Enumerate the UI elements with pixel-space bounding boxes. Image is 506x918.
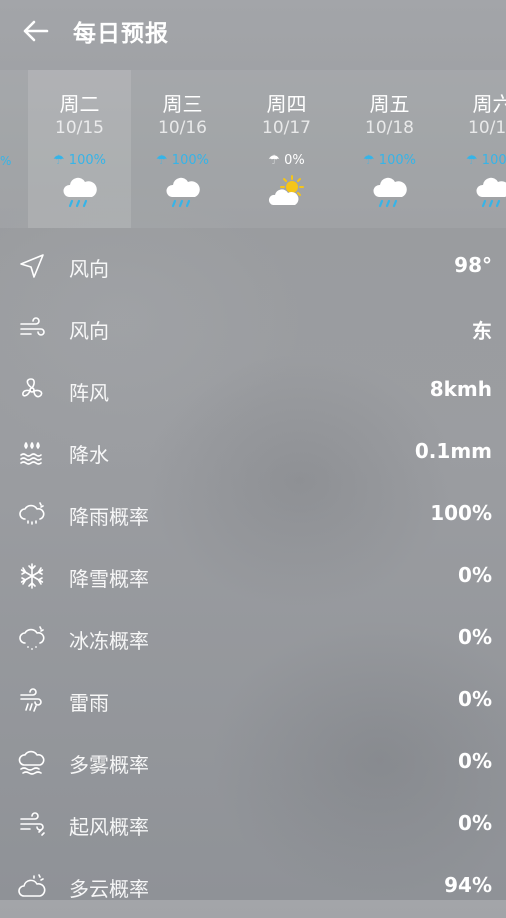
detail-label: 降雪概率 (69, 567, 149, 591)
daily-forecast-strip[interactable]: % 周二 10/15 ☂ 100% 周三 10/16 ☂ 100% 周四 10/17 ☂ 0% 周… (0, 70, 506, 228)
gust-icon (18, 376, 46, 404)
detail-label: 雷雨 (69, 691, 109, 715)
page-title: 每日预报 (73, 21, 169, 47)
day-precip-chance: ☂ 100% (441, 153, 506, 168)
day-precip-chance: ☂ 100% (338, 153, 441, 168)
detail-label: 起风概率 (69, 815, 149, 839)
thunderstorm-icon (18, 686, 46, 714)
app-header: 每日预报 (0, 0, 506, 64)
cloudy-icon (18, 872, 46, 900)
day-weekday: 周六 (472, 92, 506, 116)
day-column[interactable]: 周二 10/15 ☂ 100% (28, 70, 131, 228)
detail-label: 阵风 (69, 381, 109, 405)
umbrella-icon: ☂ (156, 153, 168, 168)
day-column[interactable]: 周六10/19 ☂ 100% (441, 70, 506, 228)
water-waves-icon (18, 438, 46, 466)
day-date: 10/16 (158, 118, 207, 138)
detail-row: 风向 98° (0, 236, 506, 298)
detail-row: 起风概率 0% (0, 794, 506, 856)
partly-sunny-icon (268, 173, 306, 211)
detail-row: 风向 东 (0, 298, 506, 360)
day-weekday: 周三 (162, 92, 203, 116)
detail-row: 降雨概率 100% (0, 484, 506, 546)
detail-row: 阵风 8kmh (0, 360, 506, 422)
day-precip-chance: ☂ 100% (28, 153, 131, 168)
day-precip-chance: ☂ 0% (235, 153, 338, 168)
detail-list: 风向 98° 风向东阵风 8kmh 降水 0.1mm 降雨概率 100% 降雪概率 0% 冰冻概率 0… (0, 236, 506, 918)
day-precip-value: 100% (481, 153, 506, 168)
detail-value: 0% (458, 563, 492, 587)
detail-value: 0.1mm (414, 439, 492, 463)
rain-chance-icon (18, 500, 46, 528)
detail-value: 8kmh (429, 377, 492, 401)
day-weekday: 周五 (369, 92, 410, 116)
day-weekday: 周二 (59, 92, 100, 116)
detail-value: 0% (458, 687, 492, 711)
day-date: 10/19 (468, 118, 506, 138)
detail-row: 雷雨 0% (0, 670, 506, 732)
detail-value: 东 (472, 319, 492, 343)
windy-icon (18, 810, 46, 838)
day-date: 10/18 (365, 118, 414, 138)
detail-label: 降雨概率 (69, 505, 149, 529)
detail-value: 94% (444, 873, 492, 897)
detail-label: 风向 (69, 319, 109, 343)
detail-value: 0% (458, 749, 492, 773)
wind-icon (18, 314, 46, 342)
umbrella-icon: ☂ (466, 153, 478, 168)
rain-cloud-icon (164, 173, 202, 211)
detail-row: 多云概率 94% (0, 856, 506, 918)
detail-label: 冰冻概率 (69, 629, 149, 653)
day-precip-value: 100% (64, 153, 106, 168)
day-precip-value: 0% (279, 153, 305, 168)
day-date: 10/17 (262, 118, 311, 138)
detail-value: 0% (458, 625, 492, 649)
detail-label: 降水 (69, 443, 109, 467)
detail-row: 降雪概率 0% (0, 546, 506, 608)
detail-value: 0% (458, 811, 492, 835)
detail-label: 多云概率 (69, 877, 149, 901)
day-precip-value: 100% (374, 153, 416, 168)
day-column[interactable]: 周四 10/17 ☂ 0% (235, 70, 338, 228)
day-weekday: 周四 (266, 92, 307, 116)
umbrella-icon: ☂ (363, 153, 375, 168)
arrow-left-icon[interactable] (20, 16, 50, 46)
day-precip-chance: ☂ 100% (131, 153, 234, 168)
fog-icon (18, 748, 46, 776)
day-column[interactable]: 周五 10/18 ☂ 100% (338, 70, 441, 228)
rain-cloud-icon (474, 173, 506, 211)
detail-label: 多雾概率 (69, 753, 149, 777)
navigation-arrow-icon (18, 252, 46, 280)
detail-row: 降水 0.1mm (0, 422, 506, 484)
freeze-icon (18, 624, 46, 652)
umbrella-icon: ☂ (53, 153, 65, 168)
rain-cloud-icon (61, 173, 99, 211)
snowflake-icon (18, 562, 46, 590)
day-column[interactable]: 周三 10/16 ☂ 100% (131, 70, 234, 228)
day-date: 10/15 (55, 118, 104, 138)
rain-cloud-icon (371, 173, 409, 211)
detail-value: 98° (454, 253, 492, 277)
detail-row: 冰冻概率 0% (0, 608, 506, 670)
detail-value: 100% (430, 501, 492, 525)
day-precip-value: 100% (167, 153, 209, 168)
umbrella-icon: ☂ (268, 153, 280, 168)
detail-label: 风向 (69, 257, 109, 281)
detail-row: 多雾概率 0% (0, 732, 506, 794)
